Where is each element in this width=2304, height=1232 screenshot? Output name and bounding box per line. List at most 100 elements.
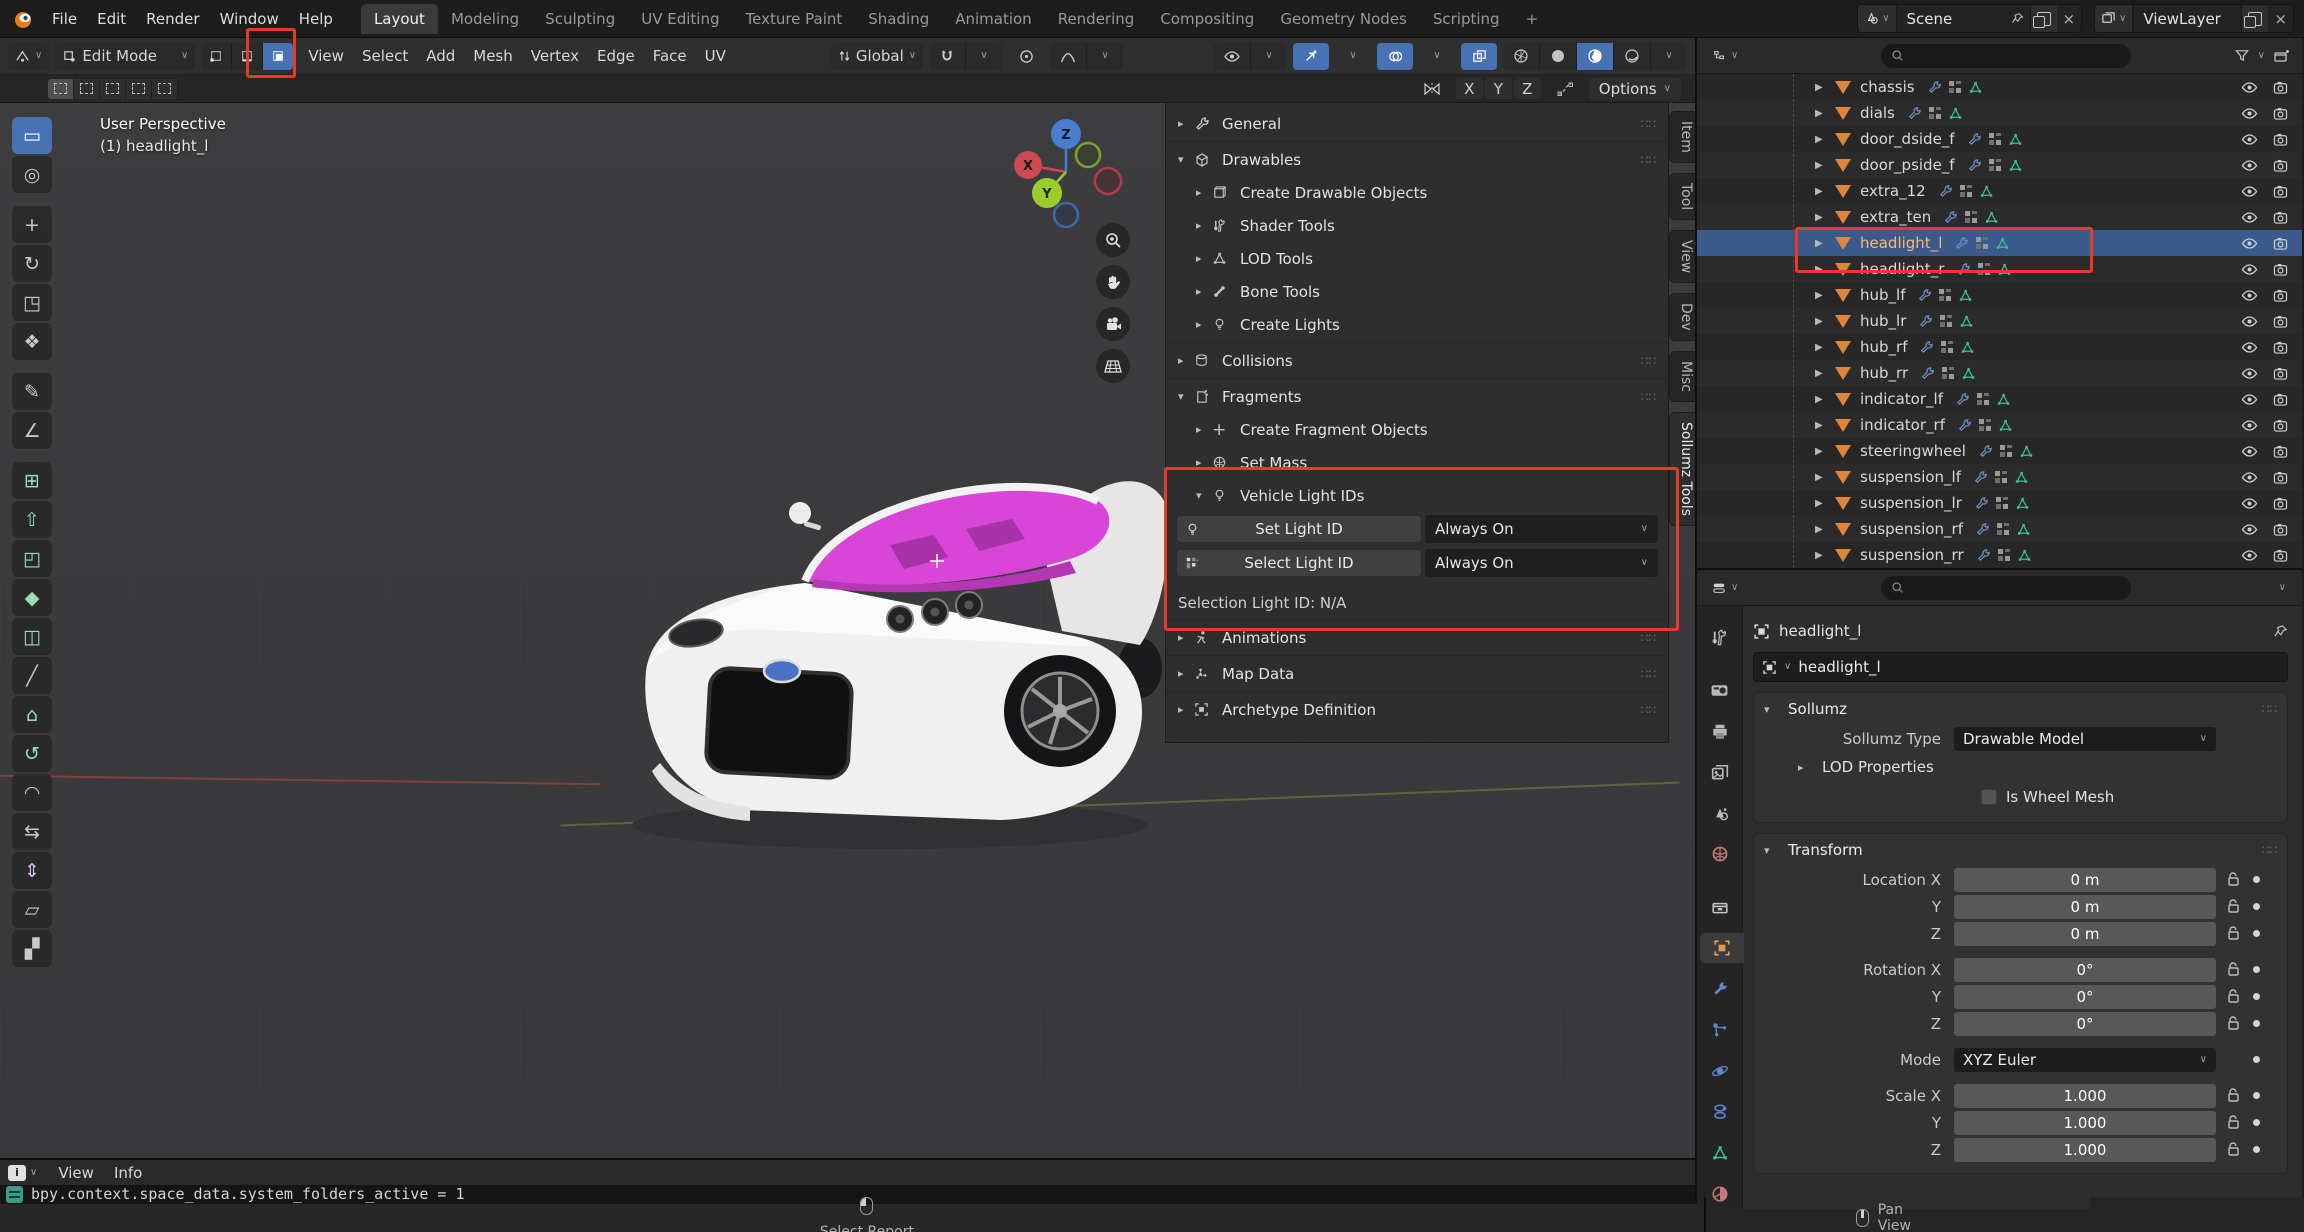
object-name[interactable]: suspension_rr (1860, 546, 1964, 564)
mesh-data-icon[interactable] (1958, 288, 1973, 303)
mesh-data-icon[interactable] (2008, 158, 2023, 173)
animate-dot-icon[interactable] (2253, 966, 2260, 973)
tab-tool-icon[interactable] (1700, 622, 1740, 652)
hide-eye-icon[interactable] (2241, 367, 2258, 380)
hide-eye-icon[interactable] (2241, 497, 2258, 510)
render-camera-icon[interactable] (2273, 107, 2288, 120)
object-name[interactable]: extra_12 (1860, 182, 1926, 200)
outliner-item[interactable]: ▶ suspension_lr (1697, 490, 2302, 516)
outliner-item[interactable]: ▶ door_pside_f (1697, 152, 2302, 178)
outliner-item[interactable]: ▶ suspension_rf (1697, 516, 2302, 542)
hide-eye-icon[interactable] (2241, 159, 2258, 172)
properties-search-input[interactable] (1881, 576, 2131, 600)
falloff-options-icon[interactable] (1547, 75, 1583, 102)
vertex-groups-icon[interactable] (1941, 341, 1953, 353)
workspace-tab[interactable]: Scripting (1420, 4, 1513, 34)
vertex-groups-icon[interactable] (1995, 471, 2007, 483)
modifier-wrench-icon[interactable] (1955, 392, 1970, 407)
modifier-wrench-icon[interactable] (1967, 132, 1982, 147)
mesh-data-icon[interactable] (1984, 210, 1999, 225)
workspace-tab[interactable]: UV Editing (628, 4, 732, 34)
panel-shader-tools[interactable]: ▸ Shader Tools (1166, 209, 1668, 242)
vertex-groups-icon[interactable] (1998, 549, 2010, 561)
lock-icon[interactable] (2227, 899, 2240, 914)
vertex-groups-icon[interactable] (1977, 393, 1989, 405)
visibility-dropdown-icon[interactable]: ∨ (1251, 43, 1287, 70)
object-name[interactable]: indicator_rf (1860, 416, 1945, 434)
vertex-groups-icon[interactable] (1940, 315, 1952, 327)
tool-button[interactable]: ◆ (12, 579, 52, 616)
select-intersect-icon[interactable] (152, 79, 178, 99)
render-camera-icon[interactable] (2273, 263, 2288, 276)
transform-orientation-dropdown[interactable]: Global ∨ (831, 43, 923, 70)
tool-button[interactable]: ◫ (12, 618, 52, 655)
blender-logo-icon[interactable] (10, 6, 36, 32)
hide-eye-icon[interactable] (2241, 419, 2258, 432)
mesh-data-icon[interactable] (2008, 132, 2023, 147)
drag-grip-icon[interactable]: ∷∷ (1641, 631, 1656, 645)
scale-input[interactable]: 1.000 (1954, 1138, 2216, 1162)
rotation-input[interactable]: 0° (1954, 985, 2216, 1009)
hide-eye-icon[interactable] (2241, 445, 2258, 458)
edge-select-mode-button[interactable] (232, 43, 263, 70)
scene-selector[interactable]: ∨ Scene × (1857, 4, 2082, 33)
expand-icon[interactable]: ▶ (1815, 394, 1835, 405)
scale-input[interactable]: 1.000 (1954, 1111, 2216, 1135)
tool-button[interactable]: ✎ (12, 373, 52, 410)
hide-eye-icon[interactable] (2241, 263, 2258, 276)
render-camera-icon[interactable] (2273, 81, 2288, 94)
viewlayer-selector[interactable]: ∨ ViewLayer × (2094, 4, 2294, 33)
gizmo-axis-neg-x[interactable] (1095, 168, 1121, 194)
outliner-item[interactable]: ▶ door_dside_f (1697, 126, 2302, 152)
rotation-input[interactable]: 0° (1954, 1012, 2216, 1036)
animate-dot-icon[interactable] (2253, 876, 2260, 883)
render-camera-icon[interactable] (2273, 211, 2288, 224)
panel-set-mass[interactable]: ▸ Set Mass (1166, 446, 1668, 479)
outliner-item[interactable]: ▶ hub_rf (1697, 334, 2302, 360)
tool-button[interactable]: ↻ (12, 245, 52, 282)
lock-icon[interactable] (2227, 989, 2240, 1004)
hide-eye-icon[interactable] (2241, 107, 2258, 120)
modifier-wrench-icon[interactable] (1938, 184, 1953, 199)
object-name-field[interactable]: ∨ headlight_l (1753, 652, 2288, 682)
location-input[interactable]: 0 m (1954, 895, 2216, 919)
vertex-groups-icon[interactable] (1960, 185, 1972, 197)
object-name[interactable]: suspension_lr (1860, 494, 1962, 512)
mesh-data-icon[interactable] (1961, 366, 1976, 381)
panel-create-lights[interactable]: ▸ Create Lights (1166, 308, 1668, 341)
tool-button[interactable]: ⇧ (12, 501, 52, 538)
lock-icon[interactable] (2227, 962, 2240, 977)
workspace-tab[interactable]: Modeling (438, 4, 532, 34)
render-camera-icon[interactable] (2273, 497, 2288, 510)
new-scene-icon[interactable] (2030, 5, 2057, 32)
animate-dot-icon[interactable] (2253, 1146, 2260, 1153)
drag-grip-icon[interactable]: ∷∷ (1641, 703, 1656, 717)
vertex-groups-icon[interactable] (1949, 81, 1961, 93)
mirror-icon[interactable] (1414, 75, 1450, 102)
object-name[interactable]: steeringwheel (1860, 442, 1966, 460)
outliner-item[interactable]: ▶ suspension_lf (1697, 464, 2302, 490)
vertex-select-mode-button[interactable] (201, 43, 232, 70)
modifier-wrench-icon[interactable] (1973, 470, 1988, 485)
menubar-item[interactable]: Edit (87, 5, 136, 33)
vertex-groups-icon[interactable] (1996, 497, 2008, 509)
tool-button[interactable]: ╱ (12, 657, 52, 694)
expand-icon[interactable]: ▶ (1815, 186, 1835, 197)
render-camera-icon[interactable] (2273, 367, 2288, 380)
mesh-data-icon[interactable] (2014, 470, 2029, 485)
tab-physics-icon[interactable] (1700, 1056, 1740, 1086)
tab-object-data-icon[interactable] (1700, 1138, 1740, 1168)
pin-icon[interactable] (2005, 5, 2030, 32)
drag-grip-icon[interactable]: ∷∷ (1641, 390, 1656, 404)
expand-icon[interactable]: ▶ (1815, 472, 1835, 483)
modifier-wrench-icon[interactable] (1967, 158, 1982, 173)
expand-icon[interactable]: ▶ (1815, 420, 1835, 431)
viewport-menu-item[interactable]: UV (696, 42, 735, 70)
render-camera-icon[interactable] (2273, 419, 2288, 432)
render-camera-icon[interactable] (2273, 445, 2288, 458)
pan-hand-icon[interactable] (1096, 265, 1130, 299)
object-name[interactable]: headlight_l (1860, 234, 1942, 252)
material-preview-shading-icon[interactable] (1577, 43, 1614, 70)
overlays-dropdown-icon[interactable]: ∨ (1419, 43, 1455, 70)
shading-dropdown-icon[interactable]: ∨ (1651, 43, 1687, 70)
